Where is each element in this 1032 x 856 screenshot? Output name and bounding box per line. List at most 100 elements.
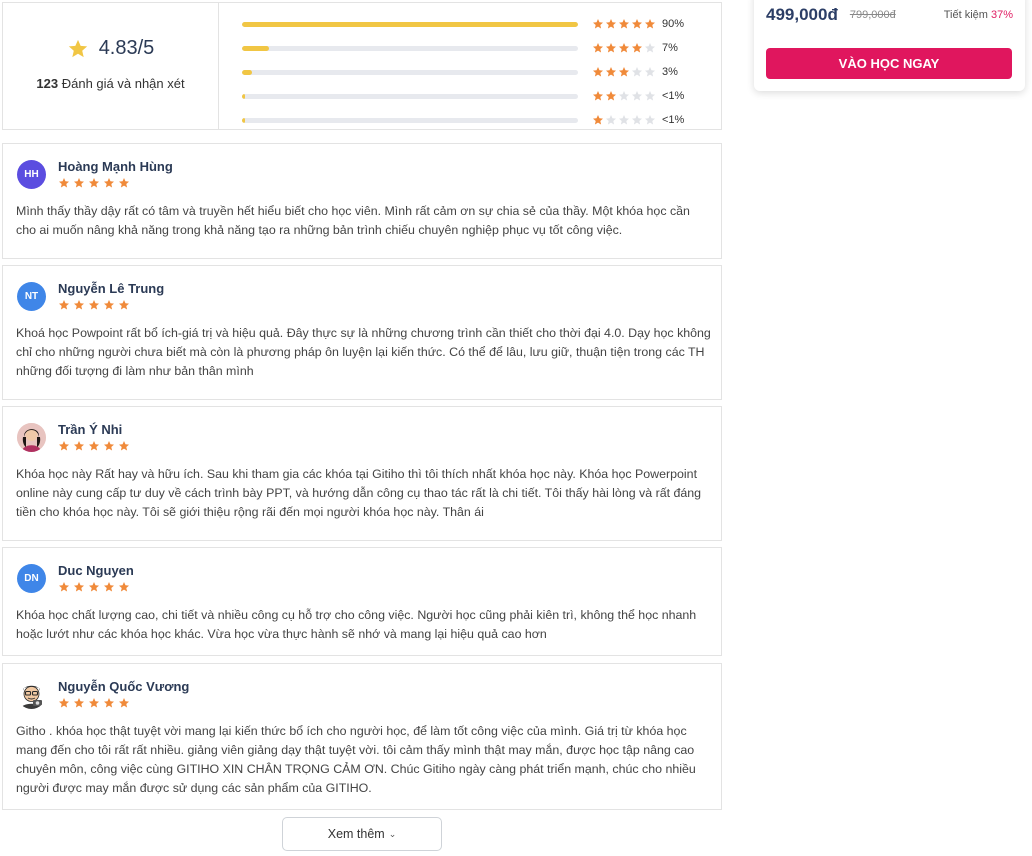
rating-bar-fill xyxy=(242,69,253,75)
star-icon xyxy=(68,39,87,57)
reviewer-name: Duc Nguyen xyxy=(58,563,134,578)
star-empty-icon xyxy=(632,67,642,77)
average-rating: 4.83/5 xyxy=(67,37,155,60)
rating-bar-stars xyxy=(592,66,656,78)
avatar-cartoon xyxy=(17,680,46,709)
review-card: NT Nguyễn Lê Trung Khoá học Powpoint rất… xyxy=(2,265,722,400)
review-text: Khóa học chất lượng cao, chi tiết và nhi… xyxy=(16,608,697,641)
rating-bar-percent: <1% xyxy=(662,90,685,102)
price-card: 499,000đ 799,000đ Tiết kiệm 37% VÀO HỌC N… xyxy=(754,0,1025,91)
rating-distribution: 90% 7% 3% <1% <1% xyxy=(219,3,721,129)
star-filled-icon xyxy=(619,19,629,29)
rating-bar-fill xyxy=(242,93,246,99)
rating-bar-stars xyxy=(592,42,656,54)
review-card: HH Hoàng Mạnh Hùng Mình thấy thầy dậy rấ… xyxy=(2,143,722,259)
review-card: Nguyễn Quốc Vương Githo . khóa học thật … xyxy=(2,663,722,810)
star-filled-icon xyxy=(74,300,84,310)
review-text: Khoá học Powpoint rất bổ ích-giá trị và … xyxy=(16,326,711,378)
review-stars xyxy=(58,299,130,311)
review-text: Githo . khóa học thật tuyệt vời mang lại… xyxy=(16,724,696,795)
avatar: HH xyxy=(17,160,46,189)
star-filled-icon xyxy=(104,582,114,592)
rating-bar-percent: 7% xyxy=(662,42,678,54)
current-price: 499,000đ xyxy=(766,5,838,24)
reviewer-name: Nguyễn Quốc Vương xyxy=(58,679,190,694)
star-filled-icon xyxy=(59,178,69,188)
rating-bar-track xyxy=(242,69,578,75)
star-filled-icon xyxy=(104,178,114,188)
user-photo-icon xyxy=(17,423,46,452)
review-stars xyxy=(58,697,130,709)
star-empty-icon xyxy=(645,43,655,53)
rating-summary: 4.83/5 123 Đánh giá và nhận xét 90% 7% 3% <… xyxy=(2,2,722,130)
star-empty-icon xyxy=(632,91,642,101)
rating-average-panel: 4.83/5 123 Đánh giá và nhận xét xyxy=(3,3,219,129)
rating-count-label: Đánh giá và nhận xét xyxy=(61,76,185,91)
star-filled-icon xyxy=(89,441,99,451)
rating-bar-row: <1% xyxy=(242,84,721,108)
average-value: 4.83/5 xyxy=(98,37,155,59)
star-filled-icon xyxy=(104,441,114,451)
avatar: NT xyxy=(17,282,46,311)
star-empty-icon xyxy=(619,115,629,125)
star-filled-icon xyxy=(59,698,69,708)
star-empty-icon xyxy=(645,115,655,125)
rating-bar-percent: <1% xyxy=(662,114,685,126)
star-filled-icon xyxy=(645,19,655,29)
star-filled-icon xyxy=(119,300,129,310)
star-filled-icon xyxy=(606,67,616,77)
rating-bar-track xyxy=(242,21,578,27)
price-row: 499,000đ 799,000đ Tiết kiệm 37% xyxy=(766,4,1013,26)
reviewer-name: Hoàng Mạnh Hùng xyxy=(58,159,173,174)
rating-bar-track xyxy=(242,45,578,51)
rating-bar-percent: 90% xyxy=(662,18,685,30)
review-text: Khóa học này Rất hay và hữu ích. Sau khi… xyxy=(16,467,702,519)
rating-count: 123 Đánh giá và nhận xét xyxy=(36,76,184,91)
rating-bar-percent: 3% xyxy=(662,66,678,78)
star-empty-icon xyxy=(645,67,655,77)
avatar-photo xyxy=(17,423,46,452)
rating-count-number: 123 xyxy=(36,76,59,91)
star-empty-icon xyxy=(632,115,642,125)
star-filled-icon xyxy=(74,441,84,451)
star-filled-icon xyxy=(59,582,69,592)
star-filled-icon xyxy=(593,19,603,29)
star-filled-icon xyxy=(89,178,99,188)
star-empty-icon xyxy=(645,91,655,101)
review-stars xyxy=(58,177,130,189)
star-filled-icon xyxy=(119,698,129,708)
rating-bar-row: 7% xyxy=(242,36,721,60)
star-filled-icon xyxy=(632,43,642,53)
star-filled-icon xyxy=(74,582,84,592)
see-more-label: Xem thêm xyxy=(327,827,385,841)
see-more-button[interactable]: Xem thêm ⌄ xyxy=(282,817,442,851)
star-filled-icon xyxy=(593,67,603,77)
star-filled-icon xyxy=(593,91,603,101)
rating-bar-row: 90% xyxy=(242,12,721,36)
review-card: DN Duc Nguyen Khóa học chất lượng cao, c… xyxy=(2,547,722,656)
star-filled-icon xyxy=(104,698,114,708)
star-filled-icon xyxy=(59,441,69,451)
star-empty-icon xyxy=(606,115,616,125)
rating-bar-row: <1% xyxy=(242,108,721,132)
cartoon-avatar-icon xyxy=(17,680,46,709)
star-filled-icon xyxy=(593,43,603,53)
rating-bar-row: 3% xyxy=(242,60,721,84)
star-filled-icon xyxy=(74,178,84,188)
review-card: Trần Ý Nhi Khóa học này Rất hay và hữu í… xyxy=(2,406,722,541)
star-filled-icon xyxy=(606,91,616,101)
review-stars xyxy=(58,440,130,452)
star-filled-icon xyxy=(89,698,99,708)
old-price: 799,000đ xyxy=(849,9,896,21)
star-filled-icon xyxy=(89,582,99,592)
rating-bar-stars xyxy=(592,114,656,126)
star-filled-icon xyxy=(104,300,114,310)
avatar: DN xyxy=(17,564,46,593)
enroll-button[interactable]: VÀO HỌC NGAY xyxy=(766,48,1012,79)
star-empty-icon xyxy=(619,91,629,101)
review-stars xyxy=(58,581,130,593)
reviewer-name: Trần Ý Nhi xyxy=(58,422,123,437)
star-filled-icon xyxy=(89,300,99,310)
reviewer-name: Nguyễn Lê Trung xyxy=(58,281,165,296)
star-filled-icon xyxy=(119,582,129,592)
